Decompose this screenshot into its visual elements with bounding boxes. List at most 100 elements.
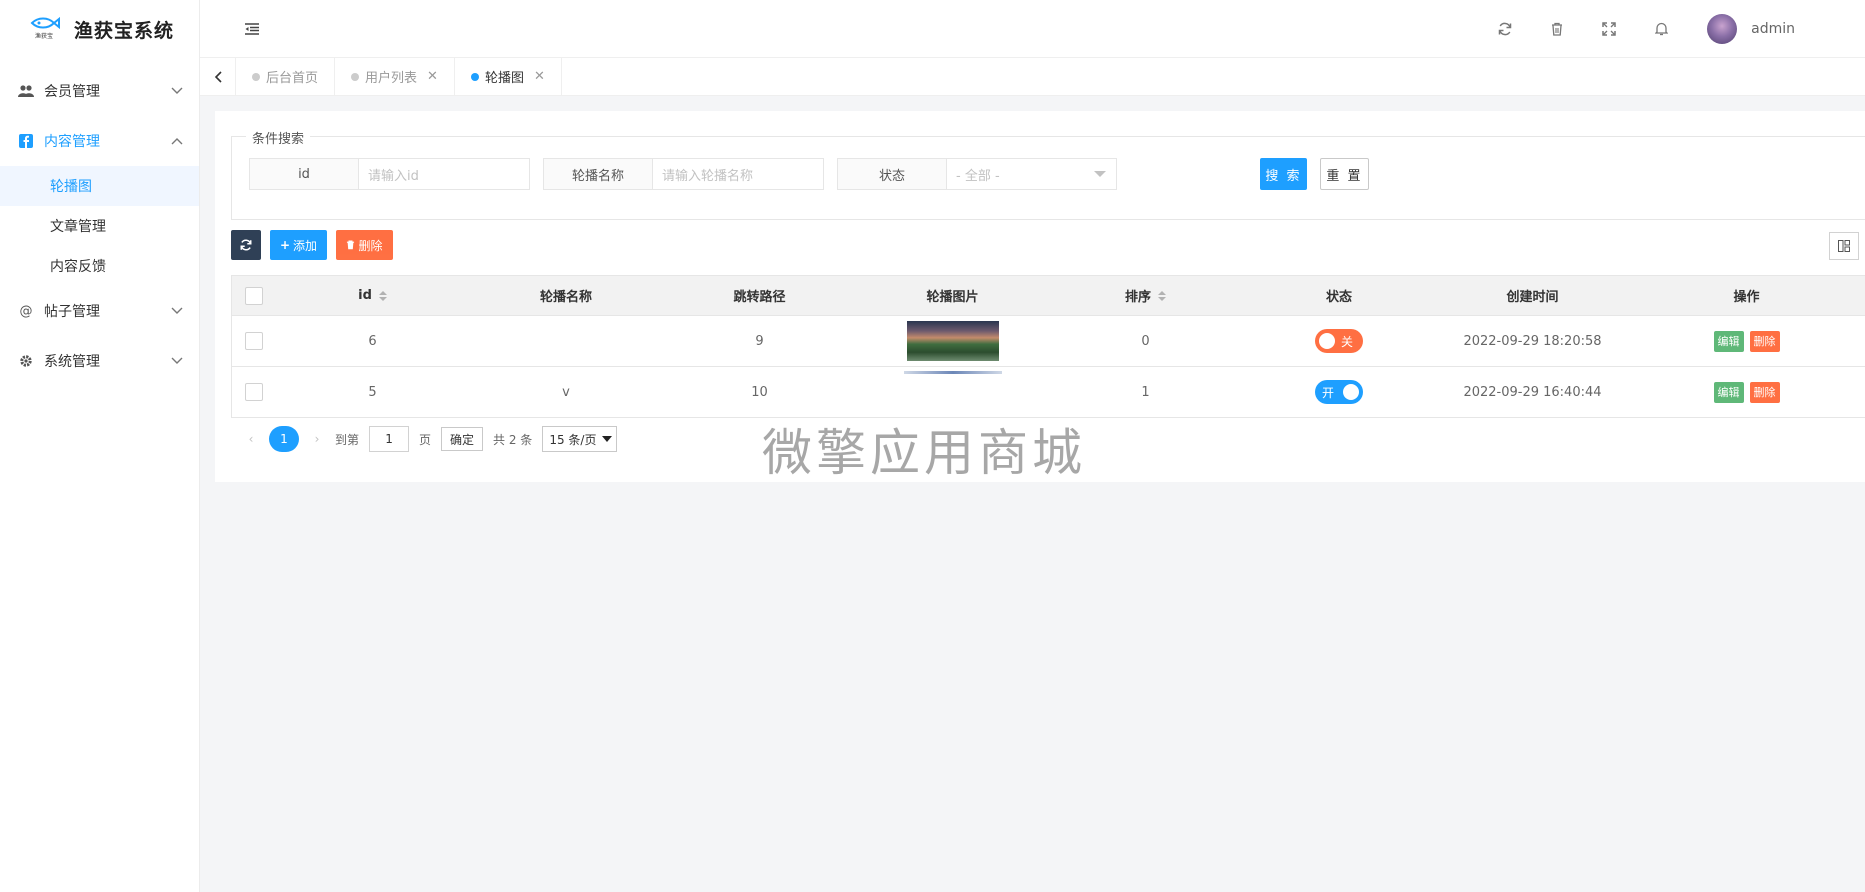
col-status: 状态 [1325,290,1352,305]
add-button-label: 添加 [293,238,318,253]
search-legend: 条件搜索 [246,128,311,147]
trash-icon [347,240,355,250]
chevron-down-icon [171,305,183,317]
goto-page-input[interactable]: 1 [369,426,410,452]
sidebar-item-content[interactable]: 内容管理 [0,116,199,166]
col-sort[interactable]: 排序 [1049,276,1242,315]
sidebar-toggle-icon[interactable] [243,20,261,38]
status-filter-label: 状态 [838,159,947,189]
name-input[interactable]: 请输入轮播名称 [653,159,823,189]
trash-icon[interactable] [1531,0,1583,58]
reset-button[interactable]: 重 置 [1320,158,1369,190]
col-id[interactable]: id [276,276,469,315]
status-select[interactable]: - 全部 - [947,159,1116,189]
facebook-square-icon [18,133,34,149]
delete-button[interactable]: 删除 [336,230,393,260]
refresh-icon[interactable] [1479,0,1531,58]
cell-id: 5 [368,384,377,400]
prev-page-icon[interactable]: ‹ [241,424,261,454]
row-delete-button[interactable]: 删除 [1749,381,1780,403]
tab-bar: 后台首页 用户列表 ✕ 轮播图 ✕ [200,57,1865,96]
app-logo[interactable]: 渔获宝 渔获宝系统 [0,0,199,58]
page-size-select[interactable]: 15 条/页 [542,426,618,452]
switch-knob [1343,384,1359,400]
goto-confirm-button[interactable]: 确定 [441,427,484,451]
sidebar-item-posts[interactable]: @ 帖子管理 [0,286,199,336]
col-actions: 操作 [1733,290,1760,305]
search-button[interactable]: 搜 索 [1260,158,1307,190]
refresh-table-button[interactable] [231,230,261,260]
cell-image [856,316,1049,366]
row-select-cell [232,367,276,417]
tab-home[interactable]: 后台首页 [236,57,336,96]
chevron-up-icon [171,135,183,147]
sidebar-item-members[interactable]: 会员管理 [0,66,199,116]
edit-button[interactable]: 编辑 [1713,330,1744,352]
goto-prefix: 到第 [335,432,360,447]
carousel-table: id 轮播名称 跳转路径 轮播图片 排序 状态 创建时间 操作 6 9 0 关 … [231,275,1865,418]
tab-dot [252,72,260,81]
chevron-down-icon [171,85,183,97]
columns-toggle-button[interactable] [1829,232,1859,260]
sidebar-menu: 会员管理 内容管理 轮播图 文章管理 内容反馈 @ 帖子管理 系统管理 [0,66,199,386]
switch-knob [1319,333,1335,349]
app-title: 渔获宝系统 [74,19,175,42]
columns-icon [1838,240,1850,252]
row-checkbox[interactable] [245,332,263,350]
watermark: 微擎应用商城 [762,424,1086,482]
switch-label: 开 [1322,385,1335,400]
sidebar-subitem-carousel[interactable]: 轮播图 [0,166,199,206]
chevron-left-icon[interactable] [200,57,236,96]
bell-icon[interactable] [1635,0,1687,58]
col-image: 轮播图片 [926,290,979,305]
row-checkbox[interactable] [245,383,263,401]
cell-name [469,316,663,366]
sidebar-subitem-feedback[interactable]: 内容反馈 [0,246,199,286]
sidebar-item-system[interactable]: 系统管理 [0,336,199,386]
header-actions: admin [1479,0,1795,58]
next-page-icon[interactable]: › [307,424,327,454]
cell-sort: 1 [1141,384,1150,400]
cell-actions: 编辑 删除 [1629,316,1864,366]
chevron-down-icon [171,355,183,367]
delete-button-label: 删除 [358,238,383,253]
cell-status: 开 [1242,367,1436,417]
cell-path: 9 [755,333,764,349]
sidebar-subitem-articles[interactable]: 文章管理 [0,206,199,246]
tab-carousel[interactable]: 轮播图 ✕ [455,57,562,96]
select-all-checkbox[interactable] [245,286,263,305]
current-page[interactable]: 1 [269,426,299,452]
switch-label: 关 [1341,334,1354,349]
table-row: 5 v 10 1 开 2022-09-29 16:40:44 编辑 删除 [232,367,1865,418]
add-button[interactable]: + 添加 [270,230,327,260]
status-switch[interactable]: 开 [1315,380,1363,404]
edge-floating-widget[interactable] [1857,0,1865,160]
fullscreen-icon[interactable] [1583,0,1635,58]
refresh-icon [240,239,252,251]
tab-user-list[interactable]: 用户列表 ✕ [335,57,455,96]
user-name[interactable]: admin [1751,21,1795,37]
close-icon[interactable]: ✕ [534,69,545,84]
edit-button[interactable]: 编辑 [1713,381,1744,403]
carousel-thumbnail[interactable] [903,371,1002,374]
gear-icon [18,353,34,369]
status-switch[interactable]: 关 [1315,329,1363,353]
carousel-thumbnail[interactable] [906,321,999,361]
tab-dot [470,72,479,81]
cell-created: 2022-09-29 16:40:44 [1463,384,1602,400]
name-filter-label: 轮播名称 [544,159,653,189]
cell-id: 6 [368,333,377,349]
tab-label: 后台首页 [266,71,319,86]
close-icon[interactable]: ✕ [427,69,438,84]
status-select-value: - 全部 - [956,168,1000,184]
tab-dot [351,72,360,81]
sort-icon[interactable] [1158,290,1166,301]
goto-suffix: 页 [419,432,432,447]
avatar[interactable] [1707,14,1738,44]
sort-icon[interactable] [378,290,387,301]
id-filter: id 请输入id [249,158,530,190]
col-name: 轮播名称 [539,290,592,305]
logo-text: 渔获宝 [35,32,53,40]
id-input[interactable]: 请输入id [359,159,529,189]
row-delete-button[interactable]: 删除 [1749,330,1780,352]
